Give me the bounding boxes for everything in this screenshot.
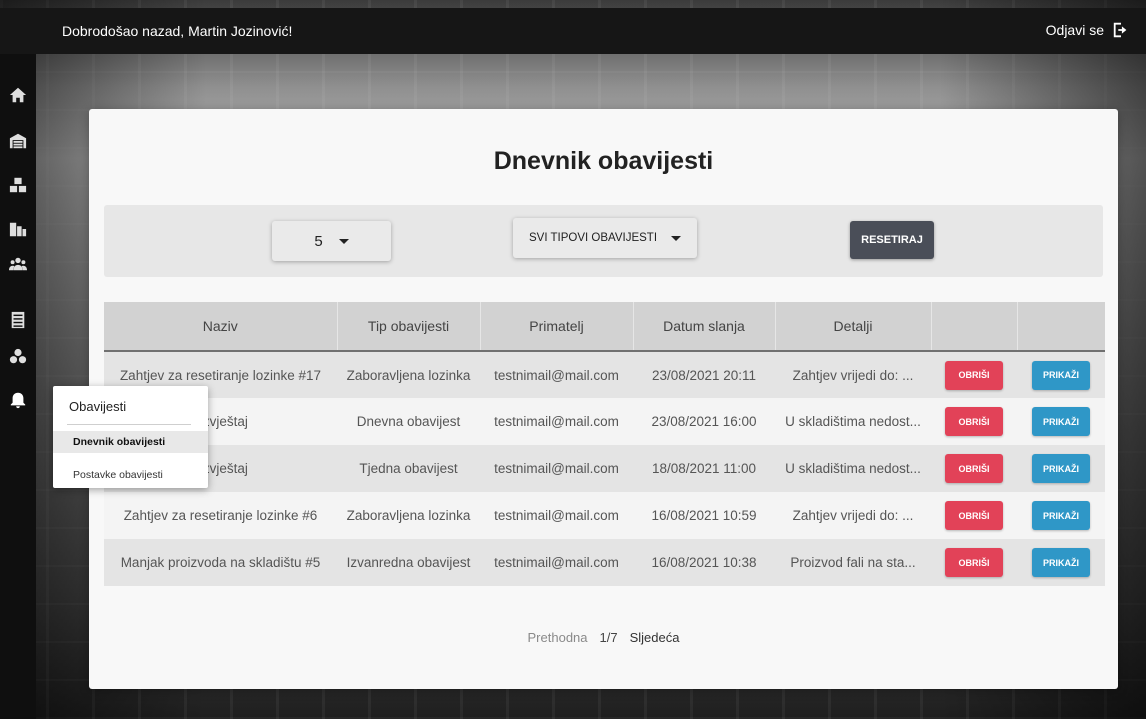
cell-primatelj: testnimail@mail.com xyxy=(494,508,619,523)
chevron-down-icon xyxy=(671,235,682,241)
cell-naziv: Manjak proizvoda na skladištu #5 xyxy=(120,555,321,570)
cell-show: PRIKAŽI xyxy=(1017,492,1105,539)
column-header-primatelj[interactable]: Primatelj xyxy=(480,302,634,351)
notification-type-value: SVI TIPOVI OBAVIJESTI xyxy=(528,232,658,244)
cell-delete: OBRIŠI xyxy=(931,492,1017,539)
cell-tip: Izvanredna obavijest xyxy=(346,555,471,570)
notifications-dropdown-menu: Obavijesti Dnevnik obavijesti Postavke o… xyxy=(53,386,208,488)
cell-detalji: Zahtjev vrijedi do: ... xyxy=(792,367,914,383)
cell-tip: Zaboravljena lozinka xyxy=(346,508,471,523)
show-button[interactable]: PRIKAŽI xyxy=(1032,501,1090,530)
menu-item-notification-settings[interactable]: Postavke obavijesti xyxy=(53,464,208,486)
notifications-table: Naziv Tip obavijesti Primatelj Datum sla… xyxy=(104,302,1105,586)
cell-datum: 23/08/2021 16:00 xyxy=(651,414,757,429)
cell-primatelj: testnimail@mail.com xyxy=(494,555,619,570)
cell-primatelj: testnimail@mail.com xyxy=(494,414,619,429)
cell-tip: Zaboravljena lozinka xyxy=(346,367,471,383)
cell-show: PRIKAŽI xyxy=(1017,539,1105,586)
notification-type-select[interactable]: SVI TIPOVI OBAVIJESTI xyxy=(513,218,697,258)
pagination: Prethodna 1/7 Sljedeća xyxy=(89,630,1118,645)
rows-per-page-value: 5 xyxy=(314,232,323,250)
table-row: Zahtjev za resetiranje lozinke #17 Zabor… xyxy=(104,351,1105,398)
cell-primatelj: testnimail@mail.com xyxy=(494,367,619,383)
cell-datum: 16/08/2021 10:38 xyxy=(651,555,757,570)
chevron-down-icon xyxy=(338,238,349,244)
delete-button[interactable]: OBRIŠI xyxy=(945,501,1003,530)
warehouse-icon[interactable] xyxy=(8,131,28,151)
logout-label: Odjavi se xyxy=(1045,22,1104,38)
logout-button[interactable]: Odjavi se xyxy=(1046,21,1130,39)
page-indicator: 1/7 xyxy=(599,630,618,645)
column-header-naziv[interactable]: Naziv xyxy=(104,302,338,351)
dropdown-divider xyxy=(67,424,191,425)
cell-delete: OBRIŠI xyxy=(931,445,1017,492)
cell-delete: OBRIŠI xyxy=(931,398,1017,445)
column-header-tip[interactable]: Tip obavijesti xyxy=(337,302,481,351)
cell-delete: OBRIŠI xyxy=(931,351,1017,398)
dropdown-title: Obavijesti xyxy=(69,399,127,414)
show-button[interactable]: PRIKAŽI xyxy=(1032,548,1090,577)
page-title: Dnevnik obavijesti xyxy=(493,147,714,175)
users-icon[interactable] xyxy=(8,254,28,274)
cell-primatelj: testnimail@mail.com xyxy=(494,461,619,476)
cell-datum: 23/08/2021 20:11 xyxy=(651,367,757,383)
table-row: Manjak proizvoda na skladištu #5 Izvanre… xyxy=(104,539,1105,586)
prev-page-link[interactable]: Prethodna xyxy=(528,630,588,645)
column-header-show xyxy=(1017,302,1105,351)
rows-per-page-select[interactable]: 5 xyxy=(272,221,391,261)
cell-show: PRIKAŽI xyxy=(1017,445,1105,492)
buildings-icon[interactable] xyxy=(8,219,28,239)
column-header-detalji[interactable]: Detalji xyxy=(775,302,932,351)
cell-detalji: U skladištima nedost... xyxy=(785,461,921,476)
cell-detalji: U skladištima nedost... xyxy=(785,414,921,429)
cell-detalji: Proizvod fali na sta... xyxy=(790,555,916,570)
top-bar: Dobrodošao nazad, Martin Jozinović! Odja… xyxy=(0,8,1146,54)
cell-delete: OBRIŠI xyxy=(931,539,1017,586)
cell-tip: Dnevna obavijest xyxy=(356,414,461,429)
table-row: Zahtjev za resetiranje lozinke #6 Zabora… xyxy=(104,492,1105,539)
logout-icon xyxy=(1113,22,1127,38)
bell-icon[interactable] xyxy=(8,390,28,410)
reset-button[interactable]: RESETIRAJ xyxy=(850,221,934,259)
cell-datum: 16/08/2021 10:59 xyxy=(651,508,757,523)
next-page-link[interactable]: Sljedeća xyxy=(630,630,680,645)
notification-log-card: Dnevnik obavijesti 5 SVI TIPOVI OBAVIJES… xyxy=(89,109,1118,689)
show-button[interactable]: PRIKAŽI xyxy=(1032,454,1090,483)
products-icon[interactable] xyxy=(8,347,28,367)
home-icon[interactable] xyxy=(8,85,28,105)
cell-show: PRIKAŽI xyxy=(1017,351,1105,398)
table-header-row: Naziv Tip obavijesti Primatelj Datum sla… xyxy=(104,302,1105,351)
cell-tip: Tjedna obavijest xyxy=(359,461,458,476)
welcome-text: Dobrodošao nazad, Martin Jozinović! xyxy=(62,23,293,39)
column-header-delete xyxy=(931,302,1018,351)
menu-item-notification-log[interactable]: Dnevnik obavijesti xyxy=(53,431,208,453)
table-row: i izvještaj Dnevna obavijest testnimail@… xyxy=(104,398,1105,445)
show-button[interactable]: PRIKAŽI xyxy=(1032,407,1090,436)
boxes-icon[interactable] xyxy=(8,175,28,195)
cell-datum: 18/08/2021 11:00 xyxy=(651,461,757,476)
sidebar xyxy=(0,54,36,719)
cell-naziv: Zahtjev za resetiranje lozinke #6 xyxy=(123,508,318,523)
delete-button[interactable]: OBRIŠI xyxy=(945,548,1003,577)
delete-button[interactable]: OBRIŠI xyxy=(945,407,1003,436)
list-icon[interactable] xyxy=(8,310,28,330)
cell-show: PRIKAŽI xyxy=(1017,398,1105,445)
table-row: i izvještaj Tjedna obavijest testnimail@… xyxy=(104,445,1105,492)
show-button[interactable]: PRIKAŽI xyxy=(1032,360,1090,390)
column-header-datum[interactable]: Datum slanja xyxy=(633,302,776,351)
filter-bar: 5 SVI TIPOVI OBAVIJESTI RESETIRAJ xyxy=(104,205,1103,277)
delete-button[interactable]: OBRIŠI xyxy=(945,454,1003,483)
cell-detalji: Zahtjev vrijedi do: ... xyxy=(792,508,914,523)
delete-button[interactable]: OBRIŠI xyxy=(945,360,1003,390)
